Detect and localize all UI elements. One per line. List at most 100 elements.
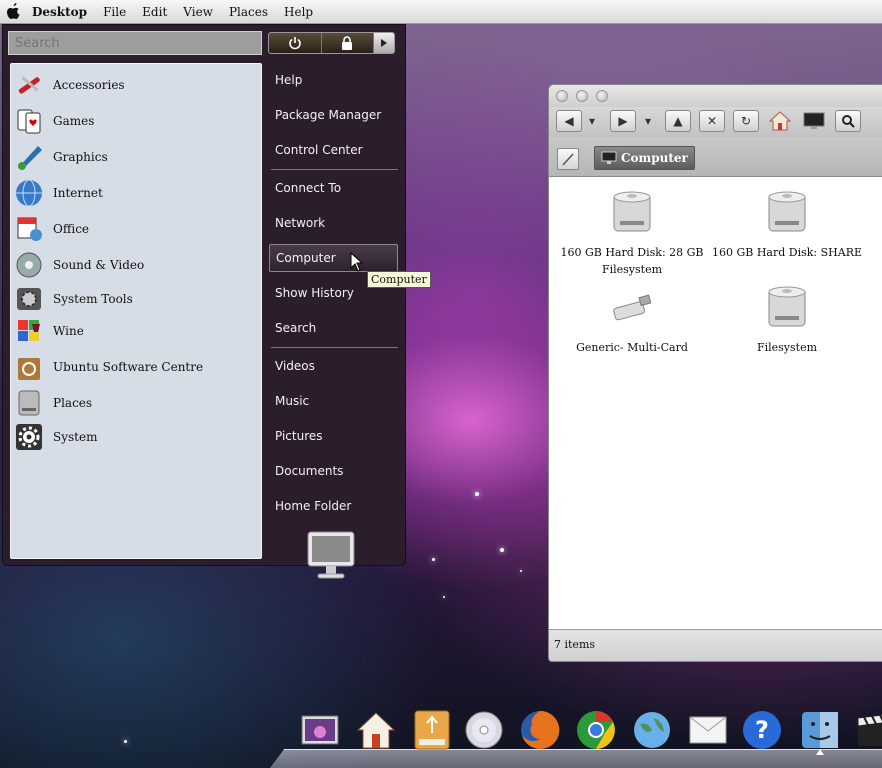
chrome-icon[interactable] <box>574 708 618 752</box>
menu-places[interactable]: Places <box>229 5 268 19</box>
office-icon <box>13 213 45 245</box>
category-games[interactable]: Games <box>13 104 259 138</box>
category-graphics[interactable]: Graphics <box>13 140 259 174</box>
star <box>124 740 127 743</box>
place-connect-to[interactable]: Connect To <box>269 175 398 201</box>
category-sound-video[interactable]: Sound & Video <box>13 248 259 282</box>
separator <box>271 169 398 170</box>
file-view: 160 GB Hard Disk: 28 GB Filesystem 160 G… <box>549 177 882 629</box>
lock-icon[interactable] <box>322 33 374 53</box>
place-package-manager[interactable]: Package Manager <box>269 102 398 128</box>
place-control-center[interactable]: Control Center <box>269 137 398 163</box>
menu-view[interactable]: View <box>183 5 213 19</box>
category-list: Accessories Games Graphics Internet Offi… <box>10 63 262 559</box>
place-videos[interactable]: Videos <box>269 353 398 379</box>
home-folder-icon[interactable] <box>354 708 398 752</box>
path-computer-button[interactable]: Computer <box>594 146 695 170</box>
place-help[interactable]: Help <box>269 67 398 93</box>
category-places[interactable]: Places <box>13 386 259 420</box>
place-documents[interactable]: Documents <box>269 458 398 484</box>
back-button[interactable]: ◀ <box>556 110 582 132</box>
menu-help[interactable]: Help <box>284 5 313 19</box>
forward-arrow-icon: ▶ <box>618 114 628 128</box>
place-computer[interactable]: Computer <box>269 244 398 272</box>
drive-item[interactable]: 160 GB Hard Disk: SHARE <box>709 187 865 261</box>
toolbar: ◀ ▾ ▶ ▾ ▲ ✕ ↻ <box>549 107 882 137</box>
category-system-tools[interactable]: System Tools <box>13 282 259 316</box>
places-icon <box>13 387 45 419</box>
category-label: Places <box>53 396 93 410</box>
apple-logo-icon[interactable] <box>2 1 24 23</box>
back-history-dropdown[interactable]: ▾ <box>585 110 599 132</box>
cd-disc-icon[interactable] <box>462 708 506 752</box>
place-home-folder[interactable]: Home Folder <box>269 493 398 519</box>
firefox-icon[interactable] <box>518 708 562 752</box>
window-titlebar <box>549 85 882 107</box>
path-bar: Computer <box>549 137 882 177</box>
stop-button[interactable]: ✕ <box>699 110 725 132</box>
finder-icon[interactable] <box>798 708 842 752</box>
category-label: Graphics <box>53 150 108 164</box>
power-icon[interactable] <box>269 33 322 53</box>
category-label: Ubuntu Software Centre <box>53 360 204 374</box>
sound-video-icon <box>13 249 45 281</box>
drive-item[interactable]: Generic- Multi-Card <box>554 282 710 356</box>
place-network[interactable]: Network <box>269 210 398 236</box>
place-music[interactable]: Music <box>269 388 398 414</box>
stop-x-icon: ✕ <box>706 114 718 128</box>
category-office[interactable]: Office <box>13 212 259 246</box>
accessories-icon <box>13 69 45 101</box>
globe-icon[interactable] <box>630 708 674 752</box>
forward-button[interactable]: ▶ <box>610 110 636 132</box>
category-label: Games <box>53 114 95 128</box>
software-centre-icon <box>13 351 45 383</box>
hard-disk-icon <box>613 191 651 232</box>
drive-item[interactable]: Filesystem <box>709 282 865 356</box>
reload-button[interactable]: ↻ <box>733 110 759 132</box>
category-label: Wine <box>53 324 84 338</box>
application-menu: Accessories Games Graphics Internet Offi… <box>2 24 406 566</box>
menu-file[interactable]: File <box>103 5 126 19</box>
category-label: Office <box>53 222 90 236</box>
place-pictures[interactable]: Pictures <box>269 423 398 449</box>
drive-item[interactable]: 160 GB Hard Disk: 28 GB Filesystem <box>554 187 710 278</box>
home-button[interactable] <box>767 110 793 132</box>
help-icon[interactable]: ? <box>740 708 784 752</box>
photo-viewer-icon[interactable] <box>298 708 342 752</box>
search-button[interactable] <box>835 110 861 132</box>
menu-edit[interactable]: Edit <box>142 5 167 19</box>
search-icon <box>842 115 855 128</box>
top-panel: Desktop File Edit View Places Help <box>0 0 882 24</box>
chevron-down-icon: ▾ <box>644 114 652 128</box>
dock-shelf <box>270 749 882 768</box>
chevron-down-icon: ▾ <box>588 114 596 128</box>
usb-drive-icon <box>613 294 652 321</box>
search-input[interactable] <box>8 31 262 55</box>
edit-location-button[interactable] <box>557 148 579 170</box>
category-accessories[interactable]: Accessories <box>13 68 259 102</box>
star <box>520 570 522 572</box>
forward-history-dropdown[interactable]: ▾ <box>641 110 655 132</box>
mail-icon[interactable] <box>686 708 730 752</box>
close-window-button[interactable] <box>556 90 568 102</box>
home-icon <box>769 111 791 131</box>
maximize-window-button[interactable] <box>596 90 608 102</box>
movie-clapper-icon[interactable] <box>852 708 882 752</box>
category-internet[interactable]: Internet <box>13 176 259 210</box>
computer-icon <box>803 112 825 129</box>
usb-drive-icon[interactable] <box>410 708 454 752</box>
path-label: Computer <box>621 151 688 165</box>
internet-globe-icon <box>13 177 45 209</box>
category-system[interactable]: System <box>13 420 259 454</box>
arrow-right-icon[interactable] <box>374 33 394 53</box>
back-arrow-icon: ◀ <box>564 114 574 128</box>
up-button[interactable]: ▲ <box>665 110 691 132</box>
minimize-window-button[interactable] <box>576 90 588 102</box>
category-ubuntu-software-centre[interactable]: Ubuntu Software Centre <box>13 350 259 384</box>
reload-icon: ↻ <box>740 114 752 128</box>
place-search[interactable]: Search <box>269 315 398 341</box>
category-wine[interactable]: Wine <box>13 314 259 348</box>
running-indicator-icon <box>816 749 824 755</box>
computer-button[interactable] <box>801 110 827 132</box>
drive-label: Generic- Multi-Card <box>576 341 688 354</box>
